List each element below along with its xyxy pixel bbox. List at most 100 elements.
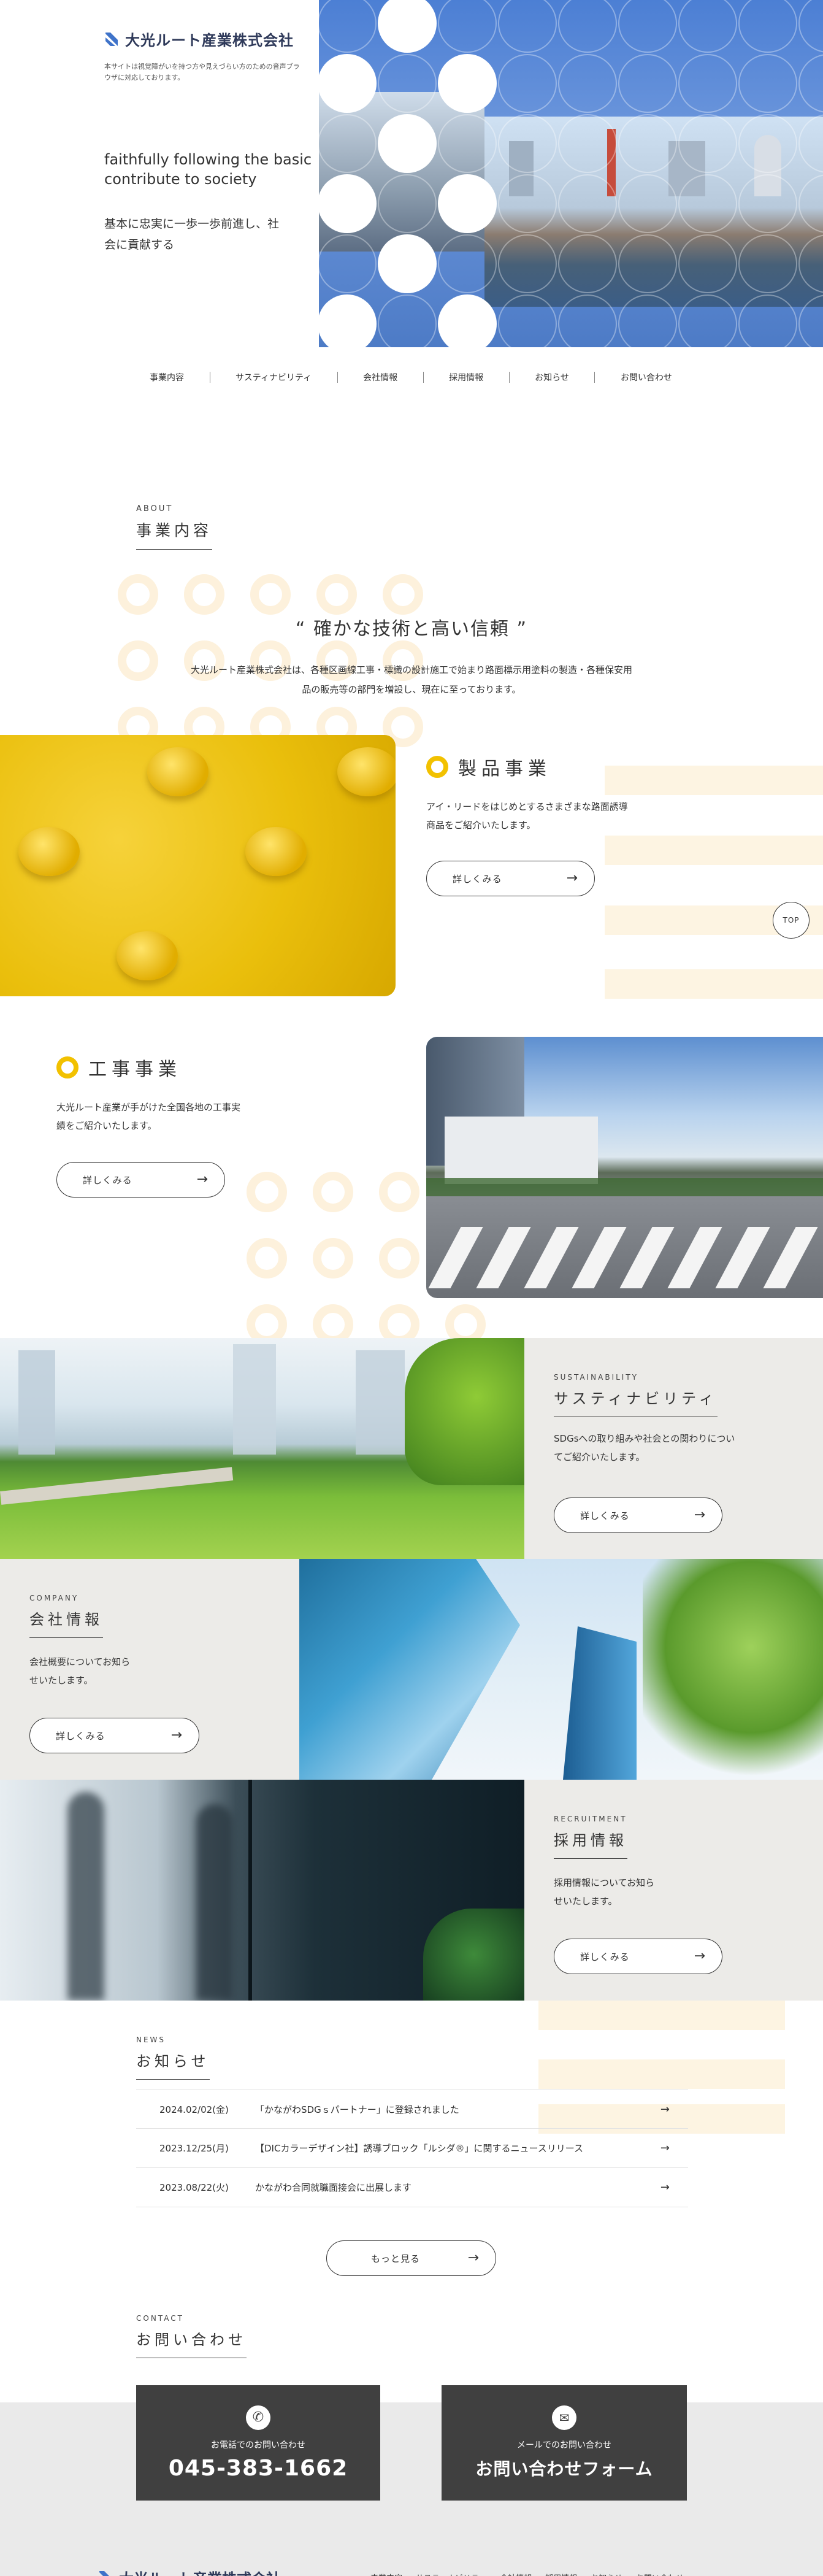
decor-stripe: [605, 836, 823, 865]
footer-nav: 事業内容 サスティナビリティ 会社情報 採用情報 お知らせ お問い合わせ: [370, 2572, 684, 2576]
nav-divider: [508, 372, 510, 383]
nav-item-company[interactable]: 会社情報: [354, 371, 406, 383]
crosswalk-stripe: [763, 1227, 818, 1288]
recruit-photo: [0, 1780, 524, 2001]
construction-title: 工事事業: [88, 1059, 182, 1080]
ring-icon: [56, 1056, 78, 1078]
phone-contact-card[interactable]: ✆ お電話でのお問い合わせ 045-383-1662: [136, 2385, 380, 2501]
hero-circle: [438, 294, 497, 347]
tactile-bump: [117, 931, 178, 980]
main-nav: 事業内容 サスティナビリティ 会社情報 採用情報 お知らせ お問い合わせ: [141, 368, 681, 386]
footer-nav-news[interactable]: お知らせ: [591, 2572, 622, 2576]
hero-circle: [319, 234, 377, 293]
decor-dot: [313, 1238, 353, 1278]
company-eyebrow: COMPANY: [29, 1594, 79, 1602]
nav-divider: [594, 372, 595, 383]
decor-dot: [247, 1172, 287, 1212]
hero-circle: [438, 234, 497, 293]
recruit-title: 採用情報: [554, 1828, 627, 1859]
footer-nav-company[interactable]: 会社情報: [500, 2572, 532, 2576]
about-eyebrow: ABOUT: [136, 504, 174, 513]
sustainability-eyebrow: SUSTAINABILITY: [554, 1373, 639, 1382]
recruit-heading: RECRUITMENT 採用情報: [554, 1815, 627, 1859]
arrow-right-icon: →: [660, 2142, 670, 2155]
hero-circle-graphic: [319, 0, 823, 347]
mail-form-link: お問い合わせフォーム: [475, 2459, 653, 2479]
news-title: お知らせ: [136, 2049, 210, 2080]
footer-nav-recruit[interactable]: 採用情報: [545, 2572, 577, 2576]
nav-item-recruit[interactable]: 採用情報: [440, 371, 492, 383]
construction-more-button[interactable]: 詳しくみる →: [56, 1162, 225, 1198]
hero-circle: [498, 174, 557, 233]
footer-nav-business[interactable]: 事業内容: [370, 2572, 402, 2576]
news-row[interactable]: 2023.12/25(月) 【DICカラーデザイン社】誘導ブロック「ルシダ®」に…: [136, 2129, 688, 2168]
tactile-bump: [245, 827, 307, 876]
sustainability-photo: [0, 1338, 524, 1559]
contact-eyebrow: CONTACT: [136, 2314, 184, 2323]
hero-circle: [678, 54, 737, 113]
button-label: もっと見る: [371, 2253, 421, 2264]
decor-dot: [383, 574, 423, 615]
decor-dot: [250, 574, 291, 615]
news-heading: NEWS お知らせ: [136, 2036, 210, 2080]
back-to-top-button[interactable]: TOP: [773, 902, 810, 939]
footer-logo[interactable]: 大光ルート産業株式会社: [98, 2567, 281, 2576]
decor-dot: [184, 574, 224, 615]
about-title: 事業内容: [136, 518, 213, 550]
crosswalk-stripe: [572, 1227, 627, 1288]
hero-circle: [738, 54, 797, 113]
products-photo: [0, 735, 396, 996]
footer-nav-sustainability[interactable]: サスティナビリティ: [416, 2572, 486, 2576]
crosswalk-stripe: [476, 1227, 531, 1288]
nav-item-business[interactable]: 事業内容: [141, 371, 193, 383]
button-label: 詳しくみる: [453, 873, 502, 885]
about-lead: 大光ルート産業株式会社は、各種区画線工事・標識の設計施工で始まり路面標示用塗料の…: [191, 664, 633, 695]
news-date: 2023.12/25(月): [159, 2143, 229, 2154]
logo-mark-icon: [99, 2570, 110, 2576]
recruit-more-button[interactable]: 詳しくみる →: [554, 1939, 722, 1974]
hero-tagline-ja: 基本に忠実に一歩一歩前進し、社会に貢献する: [104, 217, 280, 252]
tactile-bump: [147, 747, 209, 796]
news-row[interactable]: 2024.02/02(金) 「かながわSDGｓパートナー」に登録されました →: [136, 2090, 688, 2129]
hero-circle: [378, 234, 437, 293]
products-more-button[interactable]: 詳しくみる →: [426, 861, 595, 896]
button-label: 詳しくみる: [580, 1510, 630, 1521]
hero-circle: [738, 294, 797, 347]
hero-circle: [618, 174, 677, 233]
about-heading: ABOUT 事業内容: [136, 504, 213, 550]
hero-circle: [618, 234, 677, 293]
decor-stripe: [538, 2059, 785, 2089]
arrow-right-icon: →: [196, 1172, 209, 1187]
accessibility-note: 本サイトは視覚障がいを持つ方や見えづらい方のための音声ブラウザに対応しております…: [104, 63, 300, 82]
site-logo[interactable]: 大光ルート産業株式会社: [104, 28, 294, 50]
hero-circle: [558, 174, 617, 233]
arrow-right-icon: →: [694, 1507, 706, 1523]
nav-item-contact[interactable]: お問い合わせ: [612, 371, 681, 383]
hero-circle: [498, 234, 557, 293]
nav-divider: [337, 372, 338, 383]
sustainability-more-button[interactable]: 詳しくみる →: [554, 1498, 722, 1533]
hero-circle: [678, 114, 737, 173]
company-photo: [299, 1559, 823, 1780]
hero-circle: [678, 294, 737, 347]
mail-contact-card[interactable]: ✉ メールでのお問い合わせ お問い合わせフォーム: [442, 2385, 687, 2501]
hero-circle: [558, 54, 617, 113]
hero-circle: [618, 114, 677, 173]
news-more-button[interactable]: もっと見る →: [326, 2240, 496, 2276]
decor-dot: [118, 574, 158, 615]
contact-title: お問い合わせ: [136, 2328, 247, 2358]
footer-nav-contact[interactable]: お問い合わせ: [636, 2572, 684, 2576]
arrow-right-icon: →: [467, 2250, 480, 2266]
nav-item-news[interactable]: お知らせ: [526, 371, 578, 383]
button-label: 詳しくみる: [580, 1951, 630, 1963]
news-row[interactable]: 2023.08/22(火) かながわ合同就職面接会に出展します →: [136, 2168, 688, 2207]
decor-stripe: [605, 766, 823, 795]
hero-circle: [378, 174, 437, 233]
hero-circle: [498, 294, 557, 347]
ring-icon: [426, 756, 448, 778]
products-title: 製品事業: [458, 758, 551, 780]
nav-item-sustainability[interactable]: サスティナビリティ: [227, 371, 320, 383]
mail-label: メールでのお問い合わせ: [517, 2440, 611, 2450]
company-more-button[interactable]: 詳しくみる →: [29, 1718, 199, 1753]
hero-circle: [498, 114, 557, 173]
